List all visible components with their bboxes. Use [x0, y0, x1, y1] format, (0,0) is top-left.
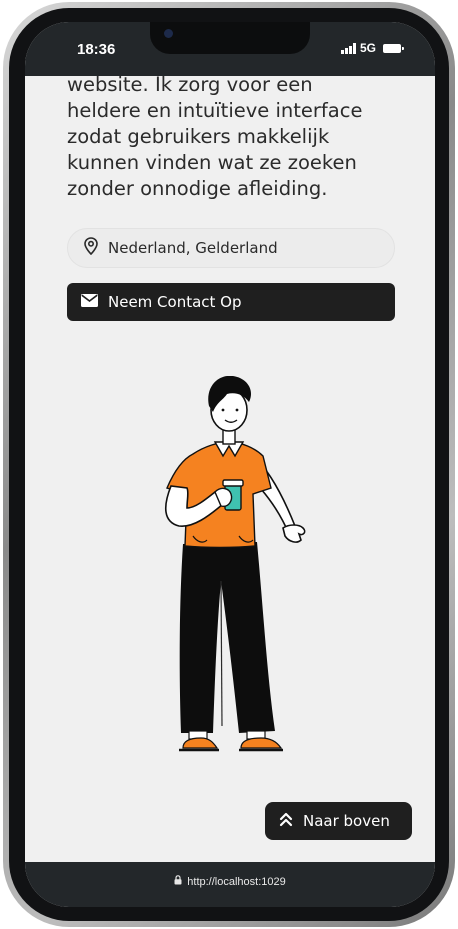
phone-screen: 18:36 5G website. Ik zorg voor een helde… — [25, 22, 435, 907]
person-illustration — [143, 375, 343, 766]
back-to-top-button[interactable]: Naar boven — [265, 802, 412, 840]
status-time: 18:36 — [77, 41, 116, 58]
network-type: 5G — [359, 41, 376, 55]
bio-text: website. Ik zorg voor een heldere en int… — [67, 73, 363, 200]
status-bar: 18:36 5G — [25, 22, 435, 76]
notch — [150, 22, 310, 54]
phone-mockup: 18:36 5G website. Ik zorg voor een helde… — [0, 0, 458, 929]
battery-icon — [383, 43, 404, 53]
mail-icon — [81, 293, 98, 311]
back-to-top-label: Naar boven — [303, 812, 390, 830]
contact-button[interactable]: Neem Contact Op — [67, 283, 395, 321]
map-pin-icon — [84, 237, 98, 259]
signal-icon — [340, 42, 356, 54]
browser-url-bar[interactable]: http://localhost:1029 — [25, 862, 435, 907]
camera-icon — [164, 29, 173, 38]
double-chevron-up-icon — [279, 811, 293, 831]
lock-icon — [174, 875, 182, 888]
status-indicators: 5G — [340, 41, 404, 55]
page-content[interactable]: website. Ik zorg voor een heldere en int… — [25, 73, 435, 862]
location-badge: Nederland, Gelderland — [67, 228, 395, 268]
url-text: http://localhost:1029 — [187, 875, 286, 888]
contact-button-label: Neem Contact Op — [108, 293, 242, 311]
location-label: Nederland, Gelderland — [108, 239, 278, 257]
